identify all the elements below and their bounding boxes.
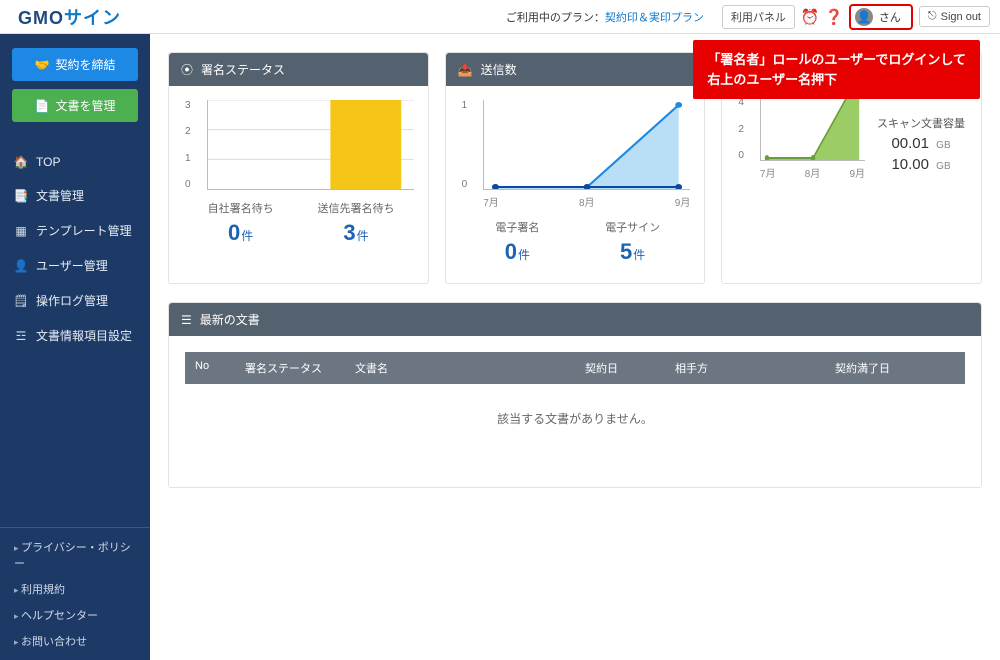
- topbar: GMOサイン ご利用中のプラン：契約印＆実印プラン 利用パネル ⏰ ❓ 👤 さん…: [0, 0, 1000, 34]
- metric-own-pending: 自社署名待ち 0件: [183, 200, 298, 246]
- user-icon: 👤: [14, 259, 28, 273]
- footer-terms[interactable]: 利用規約: [0, 576, 150, 602]
- logo-sub: サイン: [64, 8, 121, 28]
- card-title: 署名ステータス: [201, 61, 285, 78]
- handshake-icon: 🤝: [35, 58, 50, 72]
- signout-icon: ⎋: [928, 10, 937, 23]
- list-icon: ☰: [181, 313, 192, 327]
- check-icon: ⦿: [181, 61, 193, 78]
- footer-privacy[interactable]: プライバシー・ポリシー: [0, 534, 150, 576]
- manage-docs-button[interactable]: 📄文書を管理: [12, 89, 138, 122]
- sidebar-item-logs[interactable]: 🗒操作ログ管理: [0, 283, 150, 318]
- sidebar-item-templates[interactable]: ▦テンプレート管理: [0, 213, 150, 248]
- logo: GMOサイン: [18, 4, 121, 30]
- y-axis: 10: [460, 100, 470, 190]
- card-sign-status: ⦿署名ステータス 3210 自社署名待ち: [168, 52, 429, 284]
- main: ⦿署名ステータス 3210 自社署名待ち: [150, 34, 1000, 660]
- file-icon: 📄: [35, 99, 50, 113]
- sidebar-item-users[interactable]: 👤ユーザー管理: [0, 248, 150, 283]
- usage-panel-button[interactable]: 利用パネル: [722, 5, 795, 29]
- card-title: 送信数: [481, 61, 517, 78]
- line-chart: [483, 100, 690, 190]
- avatar-icon: 👤: [855, 8, 873, 26]
- x-axis: 7月8月9月: [760, 161, 865, 180]
- home-icon: 🏠: [14, 155, 28, 169]
- user-suffix: さん: [879, 9, 901, 25]
- plan-label: ご利用中のプラン：契約印＆実印プラン: [506, 9, 704, 25]
- x-axis: 7月8月9月: [483, 190, 690, 209]
- metric-esignature: 電子サイン 5件: [575, 219, 690, 265]
- signout-button[interactable]: ⎋Sign out: [919, 6, 990, 27]
- table-header: No 署名ステータス 文書名 契約日 相手方 契約満了日: [185, 352, 965, 384]
- bar-chart: [207, 100, 414, 190]
- sidebar-item-docs[interactable]: 📑文書管理: [0, 178, 150, 213]
- template-icon: ▦: [14, 224, 28, 238]
- y-axis: 3210: [183, 100, 193, 190]
- panel-latest-docs: ☰ 最新の文書 No 署名ステータス 文書名 契約日 相手方 契約満了日 該当する…: [168, 302, 982, 488]
- panel-title: 最新の文書: [200, 311, 260, 328]
- instruction-callout: 「署名者」ロールのユーザーでログインして 右上のユーザー名押下: [693, 40, 980, 99]
- send-icon: 📤: [458, 63, 473, 77]
- log-icon: 🗒: [14, 294, 28, 308]
- user-menu[interactable]: 👤 さん: [849, 4, 913, 30]
- nav: 🏠TOP 📑文書管理 ▦テンプレート管理 👤ユーザー管理 🗒操作ログ管理 ☲文書…: [0, 146, 150, 353]
- logo-main: GMO: [18, 8, 64, 28]
- metric-dest-pending: 送信先署名待ち 3件: [298, 200, 413, 246]
- footer-contact[interactable]: お問い合わせ: [0, 628, 150, 654]
- sidebar-footer: プライバシー・ポリシー 利用規約 ヘルプセンター お問い合わせ: [0, 527, 150, 660]
- help-icon[interactable]: ❓: [825, 8, 843, 26]
- fields-icon: ☲: [14, 329, 28, 343]
- footer-help[interactable]: ヘルプセンター: [0, 602, 150, 628]
- sidebar-item-top[interactable]: 🏠TOP: [0, 146, 150, 178]
- plan-link[interactable]: 契約印＆実印プラン: [605, 12, 704, 24]
- doc-icon: 📑: [14, 189, 28, 203]
- create-contract-button[interactable]: 🤝契約を締結: [12, 48, 138, 81]
- metric-esign: 電子署名 0件: [460, 219, 575, 265]
- sidebar-item-fields[interactable]: ☲文書情報項目設定: [0, 318, 150, 353]
- sidebar: 🤝契約を締結 📄文書を管理 🏠TOP 📑文書管理 ▦テンプレート管理 👤ユーザー…: [0, 34, 150, 660]
- alarm-icon[interactable]: ⏰: [801, 8, 819, 26]
- card-send-count: 📤 送信数 10: [445, 52, 706, 284]
- table-empty: 該当する文書がありません。: [185, 384, 965, 487]
